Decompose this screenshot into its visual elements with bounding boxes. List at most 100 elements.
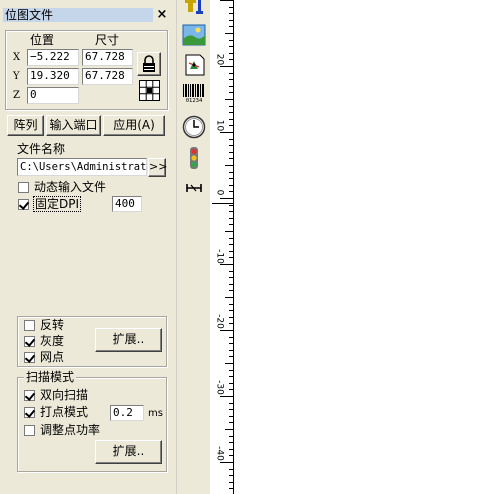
ruler-label-0: 0 bbox=[214, 189, 225, 196]
ruler-tick bbox=[225, 99, 234, 100]
ruler-tick bbox=[229, 257, 234, 258]
bitmap-icon bbox=[182, 24, 206, 46]
expand-scan-button[interactable]: 扩展.. bbox=[95, 440, 162, 464]
position-z-input[interactable]: 0 bbox=[27, 87, 79, 104]
fixed-dpi-checkbox[interactable] bbox=[18, 199, 29, 210]
lock-icon bbox=[143, 55, 155, 72]
ruler-tick bbox=[225, 363, 234, 364]
dynamic-input-checkbox[interactable] bbox=[18, 182, 29, 193]
ruler-tick bbox=[225, 297, 234, 298]
close-icon[interactable]: × bbox=[156, 8, 168, 22]
ruler-tick bbox=[229, 119, 234, 120]
input-port-button[interactable]: 输入端口 bbox=[46, 115, 101, 136]
ruler-tick bbox=[220, 0, 234, 1]
ruler-tick bbox=[229, 172, 234, 173]
ruler-tick bbox=[229, 40, 234, 41]
expand-image-button[interactable]: 扩展.. bbox=[95, 328, 162, 352]
position-x-input[interactable]: −5.222 bbox=[27, 49, 79, 66]
ruler-tick bbox=[229, 178, 234, 179]
dynamic-input-label: 动态输入文件 bbox=[34, 180, 107, 194]
dot-time-unit: ms bbox=[148, 408, 163, 419]
ruler-tick bbox=[229, 26, 234, 27]
ruler-tick bbox=[225, 231, 234, 232]
fixed-dpi-label: 固定DPI bbox=[32, 196, 82, 212]
invert-label: 反转 bbox=[40, 318, 65, 332]
bitmap-button[interactable] bbox=[182, 23, 206, 47]
ruler-tick bbox=[229, 337, 234, 338]
grayscale-checkbox[interactable] bbox=[24, 336, 35, 347]
barcode-digits: 01234 bbox=[185, 98, 203, 104]
barcode-button[interactable]: 01234 bbox=[182, 84, 206, 108]
ruler-tick bbox=[229, 211, 234, 212]
ruler-tick bbox=[229, 53, 234, 54]
bidirectional-checkbox[interactable] bbox=[24, 390, 35, 401]
size-x-input[interactable]: 67.728 bbox=[82, 49, 133, 66]
anchor-grid[interactable] bbox=[139, 80, 160, 101]
ruler-tick bbox=[229, 92, 234, 93]
ruler-tick bbox=[229, 455, 234, 456]
ruler-tick bbox=[229, 304, 234, 305]
dither-checkbox[interactable] bbox=[24, 352, 35, 363]
array-button[interactable]: 阵列 bbox=[7, 115, 44, 136]
lock-ratio-button[interactable] bbox=[137, 52, 161, 76]
ruler-tick bbox=[229, 158, 234, 159]
dither-label: 网点 bbox=[40, 350, 65, 364]
dot-time-input[interactable]: 0.2 bbox=[110, 405, 144, 421]
ruler-tick bbox=[229, 112, 234, 113]
ruler-tick bbox=[229, 73, 234, 74]
extension-axis-button[interactable] bbox=[182, 180, 206, 196]
adjust-power-checkbox[interactable] bbox=[24, 425, 35, 436]
invert-checkbox[interactable] bbox=[24, 320, 35, 331]
apply-button[interactable]: 应用(A) bbox=[103, 115, 165, 136]
ruler-tick bbox=[229, 376, 234, 377]
size-y-input[interactable]: 67.728 bbox=[82, 68, 133, 85]
ruler-tick bbox=[229, 185, 234, 186]
vector-import-button[interactable] bbox=[182, 53, 206, 77]
ruler-tick bbox=[229, 86, 234, 87]
timer-button[interactable] bbox=[182, 115, 206, 139]
ruler-tick bbox=[229, 284, 234, 285]
ruler-tick bbox=[229, 383, 234, 384]
ruler-tick bbox=[229, 389, 234, 390]
ruler-tick bbox=[229, 442, 234, 443]
ruler-label-minus10: -10 bbox=[214, 249, 225, 264]
anchor-grid-icon bbox=[139, 80, 160, 101]
ruler-tick bbox=[229, 59, 234, 60]
ruler-tick bbox=[225, 429, 234, 430]
io-signal-button[interactable] bbox=[182, 146, 206, 170]
dot-mode-checkbox[interactable] bbox=[24, 407, 35, 418]
ruler-tick bbox=[229, 125, 234, 126]
file-path-input[interactable]: C:\Users\Administrato bbox=[17, 158, 147, 176]
ruler-tick bbox=[229, 482, 234, 483]
dot-mode-label: 打点模式 bbox=[40, 405, 89, 419]
ruler-tick bbox=[229, 422, 234, 423]
ruler-tick bbox=[220, 462, 234, 463]
properties-panel: 位图文件 × 位置 尺寸 X −5.222 67.728 Y 19.320 67… bbox=[0, 0, 176, 494]
text-tool-button[interactable] bbox=[182, 0, 206, 16]
ruler-tick bbox=[229, 436, 234, 437]
browse-button[interactable]: >> bbox=[148, 158, 167, 177]
ruler-label-minus30: -30 bbox=[214, 380, 225, 395]
ruler-tick bbox=[229, 323, 234, 324]
vector-import-icon bbox=[185, 54, 205, 76]
scan-mode-title: 扫描模式 bbox=[24, 370, 77, 384]
file-name-label: 文件名称 bbox=[17, 142, 66, 156]
ruler-tick bbox=[229, 370, 234, 371]
ruler-label-minus40: -40 bbox=[214, 446, 225, 461]
ruler-tick bbox=[225, 165, 234, 166]
ruler-tick bbox=[229, 449, 234, 450]
ruler-tick bbox=[229, 191, 234, 192]
ruler-tick bbox=[229, 79, 234, 80]
adjust-power-label: 调整点功率 bbox=[40, 423, 101, 437]
ruler-tick bbox=[229, 7, 234, 8]
position-y-input[interactable]: 19.320 bbox=[27, 68, 79, 85]
ruler-tick bbox=[229, 46, 234, 47]
ruler-label-20: 20 bbox=[214, 53, 225, 66]
text-tool-icon bbox=[185, 0, 203, 14]
ruler-tick bbox=[229, 317, 234, 318]
ruler-ticks bbox=[212, 0, 234, 494]
extension-axis-icon bbox=[186, 184, 202, 192]
ruler-tick bbox=[229, 469, 234, 470]
bidirectional-label: 双向扫描 bbox=[40, 388, 89, 402]
dpi-input[interactable]: 400 bbox=[112, 196, 142, 212]
